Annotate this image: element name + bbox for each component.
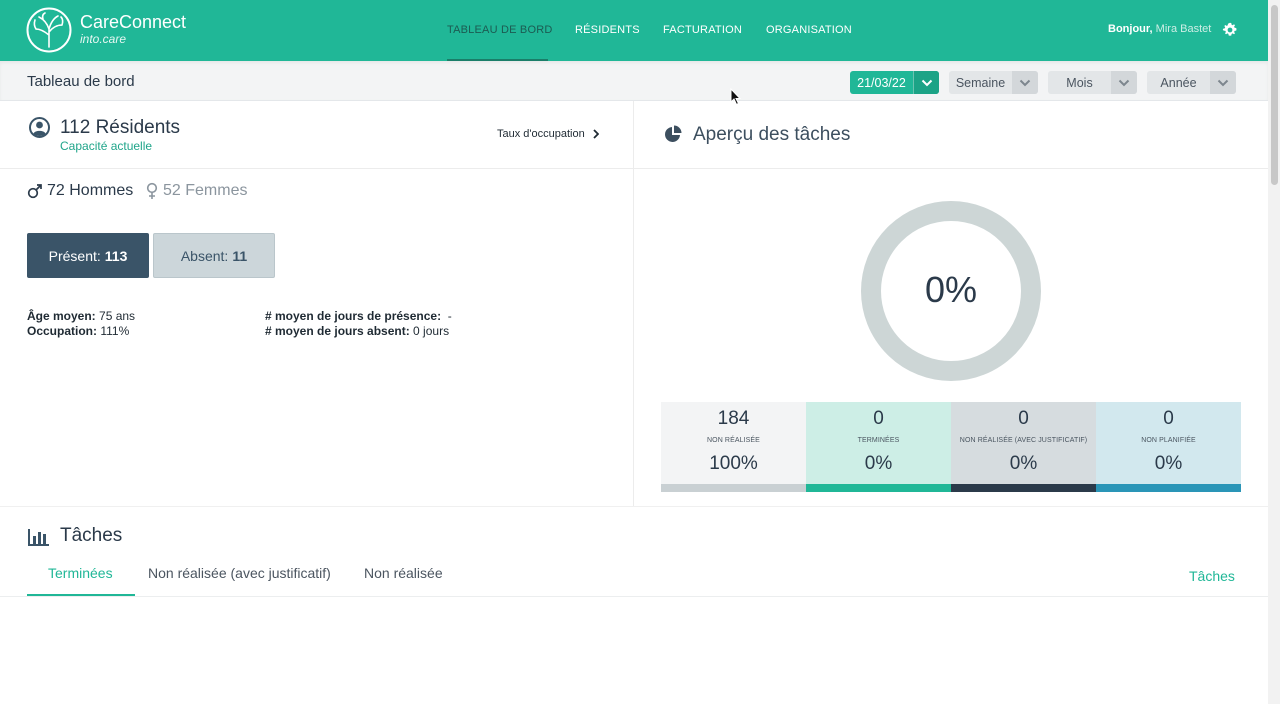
tab-completed[interactable]: Terminées	[48, 565, 113, 581]
year-label: Année	[1160, 75, 1197, 90]
tile-percentage: 0%	[1009, 453, 1038, 474]
avg-absence-stat: # moyen de jours absent: 0 jours	[265, 324, 449, 338]
task-overview-header: Aperçu des tâches	[634, 101, 1268, 169]
residents-panel: 112 Résidents Capacité actuelle Taux d'o…	[0, 101, 634, 506]
tile-count: 0	[1163, 408, 1174, 429]
week-dropdown[interactable]: Semaine	[949, 71, 1038, 94]
date-value: 21/03/22	[857, 75, 906, 90]
nav-item-dashboard[interactable]: TABLEAU DE BORD	[447, 24, 553, 36]
tile-color-bar	[951, 484, 1096, 492]
tile-not-done-justified[interactable]: 0 NON RÉALISÉE (AVEC JUSTIFICATIF) 0%	[951, 402, 1096, 492]
female-icon	[146, 182, 158, 199]
tile-label: NON PLANIFIÉE	[1141, 437, 1196, 444]
men-count: 72 Hommes	[27, 182, 133, 200]
donut-percentage: 0%	[924, 269, 978, 310]
tile-label: NON RÉALISÉE	[707, 437, 760, 444]
tab-not-done-justified[interactable]: Non réalisée (avec justificatif)	[148, 565, 331, 581]
present-button[interactable]: Présent: 113	[27, 233, 149, 278]
tile-percentage: 0%	[864, 453, 893, 474]
occupation-value: 111%	[100, 324, 130, 338]
women-label: 52 Femmes	[163, 182, 248, 199]
tile-completed[interactable]: 0 TERMINÉES 0%	[806, 402, 951, 492]
avg-absence-value: 0 jours	[413, 324, 450, 338]
week-label: Semaine	[955, 75, 1006, 90]
avg-presence-value: -	[447, 309, 452, 323]
page-scrollbar[interactable]	[1268, 0, 1280, 704]
nav-item-residents[interactable]: RÉSIDENTS	[575, 24, 640, 36]
tasks-link[interactable]: Tâches	[1189, 568, 1235, 584]
careconnect-logo-icon[interactable]	[26, 7, 72, 53]
present-label: Présent:	[48, 247, 101, 264]
tile-percentage: 0%	[1154, 453, 1183, 474]
chevron-right-icon	[593, 129, 599, 139]
date-picker[interactable]: 21/03/22	[850, 71, 939, 94]
avg-age-label: Âge moyen:	[27, 309, 96, 323]
user-greeting[interactable]: Bonjour, Mira Bastet	[1108, 23, 1211, 35]
tile-count: 0	[1018, 408, 1029, 429]
women-count: 52 Femmes	[145, 182, 247, 200]
male-icon	[27, 184, 42, 199]
present-value: 113	[104, 247, 128, 264]
tile-unplanned[interactable]: 0 NON PLANIFIÉE 0%	[1096, 402, 1241, 492]
nav-item-organisation[interactable]: ORGANISATION	[766, 24, 852, 36]
brand-name: CareConnect	[80, 12, 187, 32]
residents-header: 112 Résidents Capacité actuelle Taux d'o…	[0, 101, 634, 169]
tabs-divider	[0, 596, 1268, 597]
chevron-down-icon[interactable]	[1210, 71, 1236, 94]
tile-percentage: 100%	[709, 453, 758, 474]
nav-item-billing[interactable]: FACTURATION	[663, 24, 742, 36]
avg-age-value: 75 ans	[99, 309, 136, 323]
task-overview-panel: Aperçu des tâches 0% 184 NON RÉALISÉE 10…	[634, 101, 1268, 506]
men-label: 72 Hommes	[47, 182, 134, 199]
tile-color-bar	[1096, 484, 1241, 492]
year-dropdown[interactable]: Année	[1147, 71, 1236, 94]
task-status-tiles: 184 NON RÉALISÉE 100% 0 TERMINÉES 0% 0 N…	[661, 402, 1241, 492]
tile-color-bar	[661, 484, 806, 492]
occupancy-rate-label: Taux d'occupation	[497, 128, 585, 140]
tile-label: NON RÉALISÉE (AVEC JUSTIFICATIF)	[959, 437, 1088, 444]
top-navbar: CareConnect into.care TABLEAU DE BORD RÉ…	[0, 0, 1268, 61]
residents-count: 112 Résidents	[60, 117, 181, 138]
avg-absence-label: # moyen de jours absent:	[265, 324, 410, 338]
occupancy-rate-link[interactable]: Taux d'occupation	[497, 128, 599, 140]
absent-value: 11	[232, 247, 248, 264]
tile-label: TERMINÉES	[857, 437, 900, 444]
absent-label: Absent:	[180, 247, 229, 264]
mouse-cursor-icon	[730, 88, 742, 106]
tile-color-bar	[806, 484, 951, 492]
chevron-down-icon[interactable]	[1012, 71, 1038, 94]
month-dropdown[interactable]: Mois	[1048, 71, 1137, 94]
occupation-stat: Occupation: 111%	[27, 324, 129, 338]
month-label: Mois	[1066, 75, 1093, 90]
tasks-title: Tâches	[60, 525, 123, 546]
tile-count: 0	[873, 408, 884, 429]
brand-tagline: into.care	[80, 32, 127, 46]
chevron-down-icon[interactable]	[1111, 71, 1137, 94]
gear-icon[interactable]	[1222, 22, 1238, 38]
user-circle-icon	[29, 117, 50, 138]
tab-not-done[interactable]: Non réalisée	[364, 565, 443, 581]
bar-chart-icon	[28, 529, 49, 546]
capacity-label: Capacité actuelle	[60, 139, 153, 153]
avg-age-stat: Âge moyen: 75 ans	[27, 309, 135, 323]
avg-presence-label: # moyen de jours de présence:	[265, 309, 442, 323]
sub-header: Tableau de bord 21/03/22 Semaine Mois An…	[0, 61, 1268, 101]
avg-presence-stat: # moyen de jours de présence: -	[265, 309, 452, 323]
tile-not-done[interactable]: 184 NON RÉALISÉE 100%	[661, 402, 806, 492]
occupation-label: Occupation:	[27, 324, 98, 338]
task-overview-title: Aperçu des tâches	[693, 124, 851, 145]
page-title: Tableau de bord	[27, 73, 135, 90]
scrollbar-thumb[interactable]	[1271, 5, 1278, 185]
brand: CareConnect into.care	[80, 12, 186, 46]
chevron-down-icon[interactable]	[913, 71, 939, 94]
user-name: Mira Bastet	[1155, 23, 1212, 35]
greeting-text: Bonjour,	[1108, 23, 1153, 35]
tasks-section: Tâches Terminées Non réalisée (avec just…	[0, 506, 1268, 704]
tile-count: 184	[717, 408, 750, 429]
absent-button[interactable]: Absent: 11	[153, 233, 275, 278]
pie-chart-icon	[665, 125, 682, 142]
